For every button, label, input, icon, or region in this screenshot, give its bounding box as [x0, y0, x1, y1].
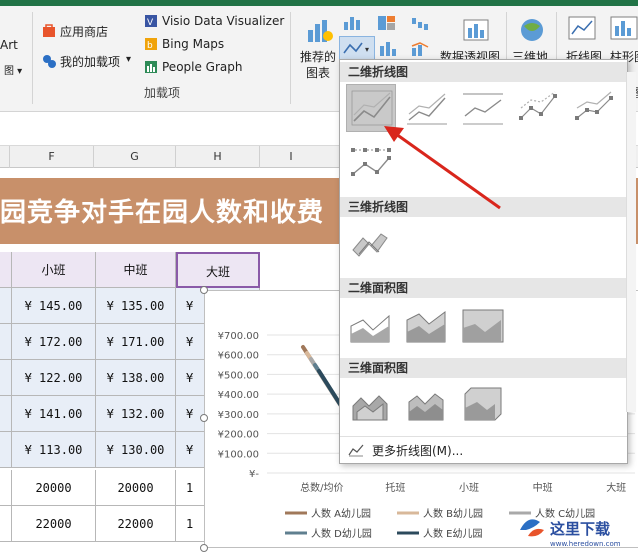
watermark-logo: 这里下载 www.heredown.com: [520, 519, 621, 548]
watermark: 这里下载 www.heredown.com: [514, 508, 638, 552]
annotation-arrow: [384, 126, 501, 210]
watermark-text: 这里下载: [550, 520, 610, 538]
excel-window: Art 图 ▾ 应用商店 我的加载项 ▾ V Visio Data Visual…: [0, 0, 638, 552]
watermark-url: www.heredown.com: [550, 540, 621, 548]
